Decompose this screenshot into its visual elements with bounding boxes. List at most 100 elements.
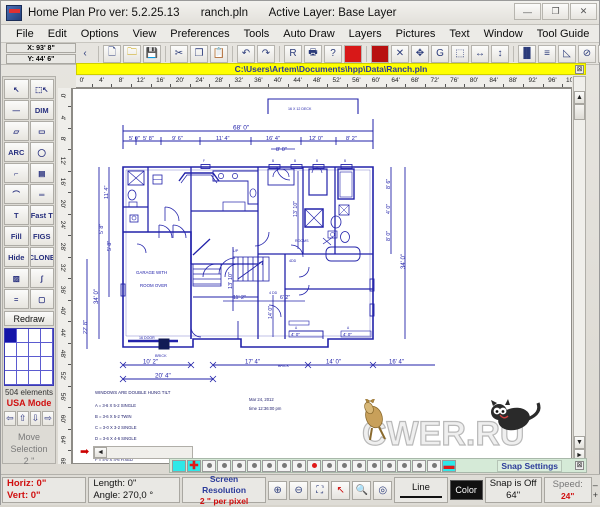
door-tool[interactable]: ⌒	[4, 184, 29, 204]
swatch-button[interactable]	[247, 460, 261, 472]
select-region-icon[interactable]: ⬚	[451, 45, 469, 63]
color-palette-grid[interactable]	[4, 328, 54, 386]
new-file-icon[interactable]: 🗋	[103, 45, 121, 63]
palette-cell[interactable]	[41, 357, 53, 371]
wall-tool[interactable]: ⌐	[4, 163, 29, 183]
zoom-area-icon[interactable]: 🔍	[352, 481, 371, 500]
swatch-cyan-left[interactable]	[172, 460, 186, 472]
line-tool[interactable]: —	[4, 100, 29, 120]
polygon-tool[interactable]: ▱	[4, 121, 29, 141]
paste-icon[interactable]: 📋	[210, 45, 228, 63]
maximize-button[interactable]: ❐	[542, 3, 569, 20]
palette-cell[interactable]	[41, 329, 53, 343]
text-tool[interactable]: T	[4, 205, 29, 225]
palette-cell[interactable]	[17, 371, 29, 385]
menu-item-pictures[interactable]: Pictures	[389, 25, 443, 43]
remove-color-button[interactable]: ▬	[442, 460, 456, 472]
palette-cell[interactable]	[41, 343, 53, 357]
cut-scissors-icon[interactable]: ✂	[170, 45, 188, 63]
menu-item-text[interactable]: Text	[442, 25, 476, 43]
measure-icon[interactable]: ◺	[558, 45, 576, 63]
palette-cell[interactable]	[17, 343, 29, 357]
hscroll-left-button[interactable]: ◄	[94, 447, 107, 458]
undo-icon[interactable]: ↶	[237, 45, 255, 63]
palette-cell[interactable]	[29, 343, 41, 357]
redraw-button[interactable]: Redraw	[4, 311, 54, 326]
minimize-button[interactable]: —	[514, 3, 541, 20]
line-style-icon[interactable]: ≡	[538, 45, 556, 63]
select-box-tool[interactable]: ⬚↖	[30, 79, 55, 99]
swatch-button[interactable]	[382, 460, 396, 472]
menu-item-tool-guide[interactable]: Tool Guide	[530, 25, 597, 43]
swatch-button[interactable]	[427, 460, 441, 472]
figures-tool[interactable]: FIGS	[30, 226, 55, 246]
palette-cell[interactable]	[5, 329, 17, 343]
swatch-button[interactable]	[232, 460, 246, 472]
swatch-button[interactable]	[337, 460, 351, 472]
palette-cell[interactable]	[41, 371, 53, 385]
wall-fill-icon[interactable]: ▐▌	[518, 45, 536, 63]
door-red-icon[interactable]: ▮	[371, 45, 389, 63]
drawing-canvas[interactable]: 16 X 12 DECK 68' 0" 5' 0" 5' 8" 9' 6" 11…	[72, 88, 572, 464]
speed-increase-button[interactable]: +	[593, 490, 598, 500]
save-disk-icon[interactable]: 💾	[143, 45, 161, 63]
line-style-button[interactable]: Line	[394, 477, 448, 503]
palette-cell[interactable]	[17, 329, 29, 343]
nudge-up-button[interactable]: ⇧	[17, 411, 29, 426]
palette-cell[interactable]	[5, 357, 17, 371]
print-icon[interactable]: 🖶	[304, 45, 322, 63]
arc-tool[interactable]: ARC	[4, 142, 29, 162]
snap-status[interactable]: Snap is Off 64"	[485, 477, 542, 503]
swatch-button[interactable]	[397, 460, 411, 472]
ruler-icon[interactable]: R	[284, 45, 302, 63]
redo-icon[interactable]: ↷	[257, 45, 275, 63]
double-line-tool[interactable]: =	[4, 289, 29, 309]
add-color-button[interactable]: ✚	[187, 460, 201, 472]
nudge-left-button[interactable]: ⇦	[4, 411, 16, 426]
zoom-in-icon[interactable]: ⊕	[268, 481, 287, 500]
menu-item-auto-draw[interactable]: Auto Draw	[276, 25, 341, 43]
circle-tool[interactable]: ◯	[30, 142, 55, 162]
palette-cell[interactable]	[17, 357, 29, 371]
palette-cell[interactable]	[29, 371, 41, 385]
close-button[interactable]: ✕	[570, 3, 597, 20]
delete-x-icon[interactable]: ✕	[391, 45, 409, 63]
clone-tool[interactable]: CLONE	[30, 247, 55, 267]
swatch-button[interactable]	[202, 460, 216, 472]
horizontal-ruler[interactable]: 0'4'8'12'16'20'24'28'32'36'40'44'48'52'5…	[76, 76, 572, 88]
palette-cell[interactable]	[29, 357, 41, 371]
palette-cell[interactable]	[29, 329, 41, 343]
menu-item-preferences[interactable]: Preferences	[163, 25, 236, 43]
rotate-icon[interactable]: G	[431, 45, 449, 63]
floor-plan-drawing[interactable]: 16 X 12 DECK 68' 0" 5' 0" 5' 8" 9' 6" 11…	[73, 89, 572, 464]
speed-status[interactable]: Speed: 24"	[544, 477, 592, 503]
menu-item-window[interactable]: Window	[477, 25, 530, 43]
path-close-icon[interactable]: ⊠	[575, 65, 584, 74]
menu-item-layers[interactable]: Layers	[342, 25, 389, 43]
color-red-icon[interactable]: ■	[344, 45, 362, 63]
select-arrow-tool[interactable]: ↖	[4, 79, 29, 99]
zoom-select-icon[interactable]: ↖	[331, 481, 350, 500]
help-question-icon[interactable]: ?	[324, 45, 342, 63]
menu-item-view[interactable]: View	[126, 25, 164, 43]
swatch-button[interactable]	[262, 460, 276, 472]
copy-icon[interactable]: ❐	[190, 45, 208, 63]
rectangle-tool[interactable]: ▭	[30, 121, 55, 141]
curve-tool[interactable]: ∫	[30, 268, 55, 288]
vertical-scroll-thumb[interactable]	[574, 104, 585, 120]
swatch-button[interactable]	[412, 460, 426, 472]
speed-decrease-button[interactable]: –	[593, 480, 598, 490]
menu-item-help[interactable]: Help	[596, 25, 600, 43]
snap-settings-button[interactable]: Snap Settings	[497, 460, 562, 472]
vertical-ruler[interactable]: 0'4'8'12'16'20'24'28'32'36'40'44'48'52'5…	[58, 88, 72, 464]
open-folder-icon[interactable]: 🗀	[123, 45, 141, 63]
fill-tool[interactable]: Fill	[4, 226, 29, 246]
swatch-button[interactable]	[292, 460, 306, 472]
hide-tool[interactable]: Hide	[4, 247, 29, 267]
swatch-button[interactable]	[307, 460, 321, 472]
swatch-button[interactable]	[277, 460, 291, 472]
zoom-fit-icon[interactable]: ⛶	[310, 481, 329, 500]
window-tool[interactable]: ═	[30, 184, 55, 204]
dimension-tool[interactable]: DIM	[30, 100, 55, 120]
picture-tool[interactable]: ▨	[4, 268, 29, 288]
